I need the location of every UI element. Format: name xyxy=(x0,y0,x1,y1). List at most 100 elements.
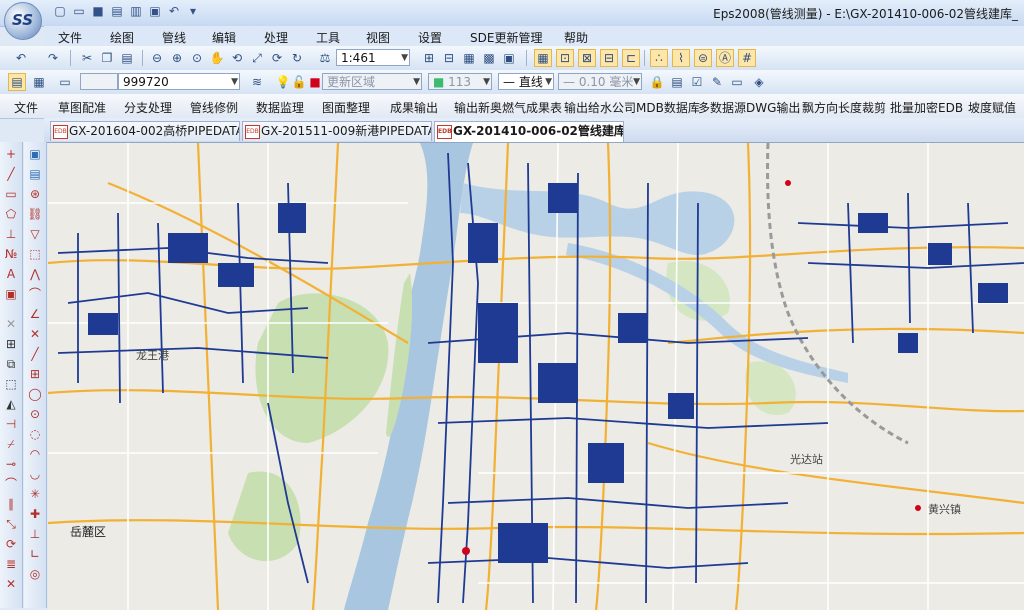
plugin-length-clip[interactable]: 飘方向长度裁剪 xyxy=(802,99,886,116)
plugin-pipe-fix[interactable]: 管线修例 xyxy=(190,99,238,116)
chain-icon[interactable]: ⛓ xyxy=(27,206,43,222)
tab-gaoqiao[interactable]: EDB GX-201604-002高桥PIPEDATA_ xyxy=(50,121,240,141)
menu-process[interactable]: 处理 xyxy=(264,29,288,46)
menu-help[interactable]: 帮助 xyxy=(564,29,588,46)
brush-icon[interactable]: ✎ xyxy=(708,73,726,91)
plugin-sketch-register[interactable]: 草图配准 xyxy=(58,99,106,116)
dot-snap-icon[interactable]: ∴ xyxy=(650,49,668,67)
perpendicular-icon[interactable]: ⊥ xyxy=(27,526,43,542)
snap-node-icon[interactable]: ⊠ xyxy=(578,49,596,67)
snap-mode-icon[interactable]: ⊏ xyxy=(622,49,640,67)
menu-edit[interactable]: 编辑 xyxy=(212,29,236,46)
tab-guanxian-jianku[interactable]: EDB GX-201410-006-02管线建库_ xyxy=(434,121,624,142)
undo-icon[interactable]: ↶ xyxy=(166,3,182,19)
copy-icon[interactable]: ❐ xyxy=(98,49,116,67)
scale-select[interactable]: 1:461 ▼ xyxy=(336,49,410,66)
zoom-out-icon[interactable]: ⊖ xyxy=(148,49,166,67)
arc-2-icon[interactable]: ◡ xyxy=(27,466,43,482)
check-icon[interactable]: ☑ xyxy=(688,73,706,91)
print-icon[interactable]: ▤ xyxy=(109,3,125,19)
scale-object-icon[interactable]: ⤡ xyxy=(3,516,19,532)
grid-icon[interactable]: ⊞ xyxy=(27,366,43,382)
star-icon[interactable]: ✳ xyxy=(27,486,43,502)
curve-edit-icon[interactable]: ⌒ xyxy=(27,286,43,302)
image-icon[interactable]: ▣ xyxy=(3,286,19,302)
grid-view-icon[interactable]: ⊞ xyxy=(420,49,438,67)
cube-icon[interactable]: ◈ xyxy=(750,73,768,91)
line-icon[interactable]: ╱ xyxy=(3,166,19,182)
rotate-icon[interactable]: ⟳ xyxy=(3,536,19,552)
offset-icon[interactable]: ∥ xyxy=(3,496,19,512)
plugin-slope-assign[interactable]: 坡度赋值 xyxy=(968,99,1016,116)
layer-manager-icon[interactable]: ▤ xyxy=(8,73,26,91)
measure-icon[interactable]: ⊥ xyxy=(3,226,19,242)
rectangle-icon[interactable]: ▭ xyxy=(3,186,19,202)
circle-icon[interactable]: ◯ xyxy=(27,386,43,402)
pan-hand-icon[interactable]: ✋ xyxy=(208,49,226,67)
redo-icon[interactable]: ↷ xyxy=(44,49,62,67)
menu-settings[interactable]: 设置 xyxy=(418,29,442,46)
x-cross-icon[interactable]: ✕ xyxy=(27,326,43,342)
plugin-branch-process[interactable]: 分支处理 xyxy=(124,99,172,116)
node-icon[interactable]: ⋀ xyxy=(27,266,43,282)
map-canvas[interactable]: 岳麓区 龙王港 光达站 黄兴镇 xyxy=(48,143,1024,610)
feature-code-select[interactable]: 999720 ▼ xyxy=(118,73,240,90)
linetype-select[interactable]: — 直线 ▼ xyxy=(498,73,554,90)
plugin-map-arrange[interactable]: 图面整理 xyxy=(322,99,370,116)
linewidth-select[interactable]: — 0.10 毫米 ▼ xyxy=(558,73,642,90)
select-icon[interactable]: ▣ xyxy=(27,146,43,162)
menu-draw[interactable]: 绘图 xyxy=(110,29,134,46)
align-icon[interactable]: ≣ xyxy=(3,556,19,572)
properties-icon[interactable]: ▤ xyxy=(668,73,686,91)
lock-icon[interactable]: 🔒 xyxy=(648,73,666,91)
tab-xingang[interactable]: EDB GX-201511-009新港PIPEDATA_ xyxy=(242,121,432,141)
multi-select-icon[interactable]: ⊜ xyxy=(694,49,712,67)
menu-pipeline[interactable]: 管线 xyxy=(162,29,186,46)
text-attribute-icon[interactable]: Ⓐ xyxy=(716,49,734,67)
new-file-icon[interactable]: ▢ xyxy=(52,3,68,19)
trim-icon[interactable]: ⌿ xyxy=(3,436,19,452)
layer-view-icon[interactable]: ▩ xyxy=(480,49,498,67)
app-logo[interactable]: SS xyxy=(4,2,42,40)
monitor-icon[interactable]: ▭ xyxy=(728,73,746,91)
zoom-previous-icon[interactable]: ⟲ xyxy=(228,49,246,67)
menu-file[interactable]: 文件 xyxy=(58,29,82,46)
polygon-icon[interactable]: ⬠ xyxy=(3,206,19,222)
menu-tools[interactable]: 工具 xyxy=(316,29,340,46)
stretch-icon[interactable]: ⬚ xyxy=(3,376,19,392)
menu-view[interactable]: 视图 xyxy=(366,29,390,46)
cross-icon[interactable]: ✕ xyxy=(3,576,19,592)
menu-sde-update[interactable]: SDE更新管理 xyxy=(470,29,542,46)
redraw-icon[interactable]: ↻ xyxy=(288,49,306,67)
plugin-file[interactable]: 文件 xyxy=(14,99,38,116)
corner-icon[interactable]: ∟ xyxy=(27,546,43,562)
plugin-gas-table[interactable]: 输出新奥燃气成果表 xyxy=(454,99,562,116)
print-preview-icon[interactable]: ▥ xyxy=(128,3,144,19)
mirror-icon[interactable]: ◭ xyxy=(3,396,19,412)
extend-icon[interactable]: ⊣ xyxy=(3,416,19,432)
snap-point-icon[interactable]: ▦ xyxy=(534,49,552,67)
plugin-output[interactable]: 成果输出 xyxy=(390,99,438,116)
zoom-extent-icon[interactable]: ⤢ xyxy=(248,49,266,67)
zoom-window-icon[interactable]: ⊙ xyxy=(188,49,206,67)
plugin-batch-encrypt[interactable]: 批量加密EDB xyxy=(890,99,963,116)
object-browser-icon[interactable]: ▦ xyxy=(30,73,48,91)
customize-dropdown-icon[interactable]: ▾ xyxy=(185,3,201,19)
filter-icon[interactable]: ▽ xyxy=(27,226,43,242)
group-icon[interactable]: ⊞ xyxy=(3,336,19,352)
target-icon[interactable]: ◎ xyxy=(27,566,43,582)
export-icon[interactable]: ▣ xyxy=(147,3,163,19)
circle-3p-icon[interactable]: ◌ xyxy=(27,426,43,442)
number-icon[interactable]: № xyxy=(3,246,19,262)
layer-select-icon[interactable]: ▤ xyxy=(27,166,43,182)
fillet-icon[interactable]: ⌒ xyxy=(3,476,19,492)
zoom-in-icon[interactable]: ⊕ xyxy=(168,49,186,67)
delete-icon[interactable]: ✕ xyxy=(3,316,19,332)
break-icon[interactable]: ⊸ xyxy=(3,456,19,472)
open-folder-icon[interactable]: ▭ xyxy=(71,3,87,19)
plugin-multi-dwg[interactable]: 多数据源DWG输出 xyxy=(698,99,800,116)
angle-icon[interactable]: ∠ xyxy=(27,306,43,322)
snap-icon[interactable]: ⊛ xyxy=(27,186,43,202)
curve-icon[interactable]: ⌇ xyxy=(672,49,690,67)
scale-icon[interactable]: ⚖ xyxy=(316,49,334,67)
